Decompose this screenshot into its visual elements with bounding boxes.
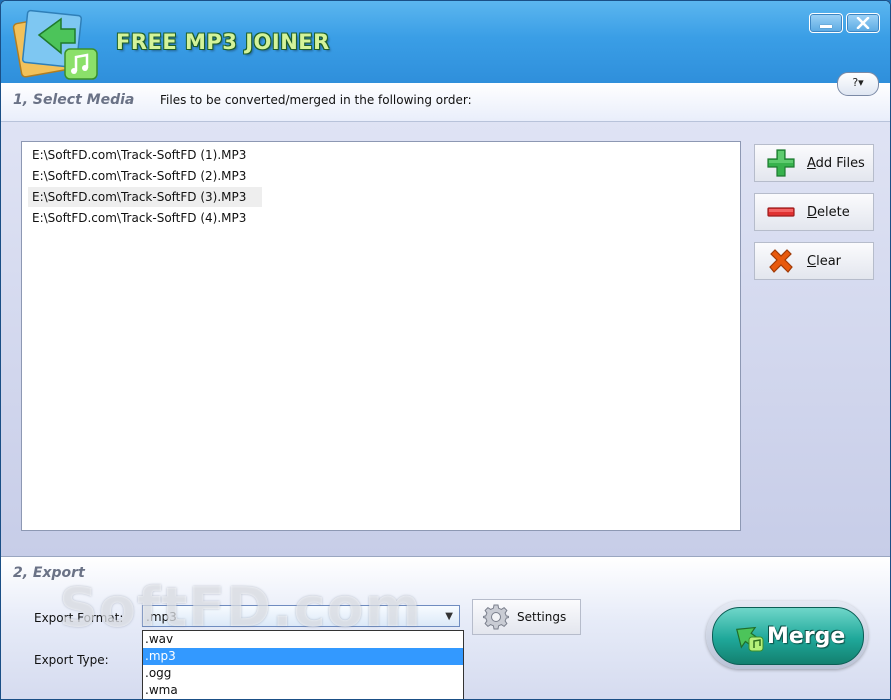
merge-button-frame: Merge: [706, 601, 868, 669]
clear-button[interactable]: Clear: [754, 242, 874, 280]
gear-icon: [483, 604, 509, 630]
add-files-mnemonic: A: [807, 155, 816, 171]
minimize-icon: [820, 24, 832, 28]
title-bar[interactable]: FREE MP3 JOINER: [1, 1, 890, 83]
format-option-wma[interactable]: .wma: [143, 682, 463, 699]
app-window: FREE MP3 JOINER 1, Select Media Files to…: [0, 0, 891, 700]
merge-button[interactable]: Merge: [712, 607, 864, 665]
merge-label: Merge: [767, 623, 846, 649]
export-format-select[interactable]: .mp3 ▼: [142, 605, 460, 627]
add-files-button[interactable]: Add Files: [754, 144, 874, 182]
app-title: FREE MP3 JOINER: [116, 30, 330, 54]
delete-label: elete: [817, 204, 850, 220]
help-button[interactable]: ?▾: [837, 72, 879, 96]
minimize-button[interactable]: [809, 13, 843, 33]
format-option-wav[interactable]: .wav: [143, 631, 463, 648]
file-list-item[interactable]: E:\SoftFD.com\Track-SoftFD (2).MP3: [28, 166, 262, 186]
delete-button[interactable]: Delete: [754, 193, 874, 231]
app-logo-icon: [12, 9, 98, 80]
merge-icon: [736, 626, 764, 652]
media-area: E:\SoftFD.com\Track-SoftFD (1).MP3 E:\So…: [1, 122, 890, 556]
x-icon: [769, 249, 793, 273]
export-format-label: Export Format:: [34, 611, 124, 625]
clear-label: lear: [816, 253, 841, 269]
file-list-item[interactable]: E:\SoftFD.com\Track-SoftFD (3).MP3: [28, 187, 262, 207]
select-media-header: 1, Select Media Files to be converted/me…: [1, 83, 890, 122]
export-format-value: .mp3: [146, 610, 177, 624]
format-option-ogg[interactable]: .ogg: [143, 665, 463, 682]
add-files-label: dd Files: [815, 155, 865, 171]
export-format-dropdown: .wav .mp3 .ogg .wma: [142, 630, 464, 699]
close-icon: [856, 17, 870, 29]
export-area: 2, Export Export Format: Export Type: .m…: [1, 556, 890, 699]
file-list-item[interactable]: E:\SoftFD.com\Track-SoftFD (1).MP3: [28, 145, 262, 165]
export-title: 2, Export: [13, 565, 85, 581]
select-media-caption: Files to be converted/merged in the foll…: [160, 93, 472, 107]
plus-icon: [767, 149, 795, 177]
file-list-item[interactable]: E:\SoftFD.com\Track-SoftFD (4).MP3: [28, 208, 262, 228]
settings-label: Settings: [517, 610, 567, 624]
file-list[interactable]: E:\SoftFD.com\Track-SoftFD (1).MP3 E:\So…: [21, 141, 741, 531]
delete-mnemonic: D: [807, 204, 818, 220]
minus-icon: [767, 207, 795, 217]
chevron-down-icon[interactable]: ▼: [445, 606, 453, 628]
close-button[interactable]: [846, 13, 880, 33]
clear-mnemonic: C: [807, 253, 817, 269]
format-option-mp3[interactable]: .mp3: [143, 648, 463, 665]
settings-button[interactable]: Settings: [472, 599, 581, 635]
export-type-label: Export Type:: [34, 653, 109, 667]
select-media-title: 1, Select Media: [13, 92, 135, 108]
